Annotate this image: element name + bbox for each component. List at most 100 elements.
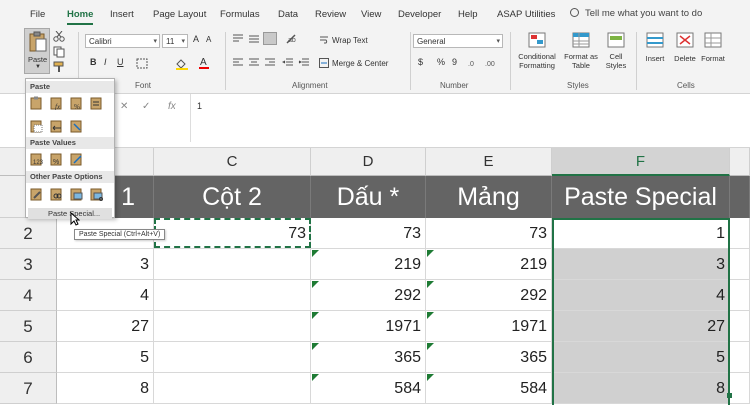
tab-view[interactable]: View <box>361 9 381 20</box>
tab-help[interactable]: Help <box>458 9 478 20</box>
conditional-formatting-button[interactable]: Conditional Formatting <box>514 52 560 70</box>
delete-button[interactable]: Delete <box>670 54 700 63</box>
format-as-table-button[interactable]: Format as Table <box>564 52 598 70</box>
tab-page-layout[interactable]: Page Layout <box>153 9 206 20</box>
cell-b3[interactable]: 3 <box>57 249 154 280</box>
row-header-2[interactable]: 2 <box>0 218 57 249</box>
cell-e6[interactable]: 365 <box>426 342 552 373</box>
align-left-icon[interactable] <box>232 58 244 68</box>
fill-color-icon[interactable] <box>175 58 189 70</box>
cell-g5[interactable] <box>730 311 750 342</box>
font-size-select[interactable]: 11 ▾ <box>162 34 188 48</box>
cell-b5[interactable]: 27 <box>57 311 154 342</box>
cell-b6[interactable]: 5 <box>57 342 154 373</box>
comma-style-button[interactable]: 9 <box>452 57 457 67</box>
cut-icon[interactable] <box>53 31 65 42</box>
font-color-icon[interactable]: A <box>198 56 210 70</box>
merge-center-icon[interactable] <box>319 58 329 68</box>
column-header-e[interactable]: E <box>426 148 552 176</box>
header-cell-e[interactable]: Mảng <box>426 176 552 218</box>
cell-d2[interactable]: 73 <box>311 218 426 249</box>
column-header-f[interactable]: F <box>552 148 730 176</box>
conditional-formatting-icon[interactable] <box>528 32 546 48</box>
paste-button[interactable]: Paste ▼ <box>24 28 50 74</box>
cell-d5[interactable]: 1971 <box>311 311 426 342</box>
cell-c6[interactable] <box>154 342 311 373</box>
orientation-icon[interactable]: ab <box>285 33 299 45</box>
cell-c4[interactable] <box>154 280 311 311</box>
fill-handle[interactable] <box>727 393 732 398</box>
header-cell-d[interactable]: Dấu * <box>311 176 426 218</box>
cell-styles-icon[interactable] <box>607 32 625 48</box>
format-cells-icon[interactable] <box>704 32 722 48</box>
paste-link-icon[interactable] <box>50 187 64 201</box>
insert-function-button[interactable]: fx <box>168 101 176 112</box>
header-cell-c[interactable]: Cột 2 <box>154 176 311 218</box>
delete-cells-icon[interactable] <box>676 32 694 48</box>
currency-button[interactable]: $ <box>418 57 423 67</box>
grow-font-button[interactable]: A <box>193 34 199 44</box>
number-format-select[interactable]: General ▾ <box>413 34 503 48</box>
tab-data[interactable]: Data <box>278 9 298 20</box>
tab-insert[interactable]: Insert <box>110 9 134 20</box>
cell-g2[interactable] <box>730 218 750 249</box>
header-cell-g[interactable] <box>730 176 750 218</box>
row-header-5[interactable]: 5 <box>0 311 57 342</box>
paste-picture-icon[interactable] <box>70 187 84 201</box>
cell-d6[interactable]: 365 <box>311 342 426 373</box>
cell-e2[interactable]: 73 <box>426 218 552 249</box>
cell-c7[interactable] <box>154 373 311 404</box>
tab-file[interactable]: File <box>30 9 45 20</box>
tab-formulas[interactable]: Formulas <box>220 9 260 20</box>
tab-developer[interactable]: Developer <box>398 9 441 20</box>
italic-button[interactable]: I <box>104 57 107 67</box>
header-cell-f[interactable]: Paste Special <box>552 176 730 218</box>
cell-e4[interactable]: 292 <box>426 280 552 311</box>
keep-source-formatting-icon[interactable] <box>90 96 104 110</box>
cell-d4[interactable]: 292 <box>311 280 426 311</box>
values-number-format-icon[interactable]: % <box>50 152 64 166</box>
format-painter-icon[interactable] <box>53 61 65 73</box>
column-header-g[interactable] <box>730 148 750 176</box>
column-header-d[interactable]: D <box>311 148 426 176</box>
wrap-text-icon[interactable] <box>319 35 329 45</box>
paste-formulas-number-format-icon[interactable]: % <box>70 96 84 110</box>
align-middle-icon[interactable] <box>248 34 260 44</box>
tell-me-search[interactable]: Tell me what you want to do <box>570 8 702 19</box>
borders-icon[interactable] <box>136 58 148 69</box>
row-header-3[interactable]: 3 <box>0 249 57 280</box>
font-name-select[interactable]: Calibri ▾ <box>85 34 160 48</box>
tab-review[interactable]: Review <box>315 9 346 20</box>
row-header-6[interactable]: 6 <box>0 342 57 373</box>
percent-button[interactable]: % <box>437 57 445 67</box>
cell-styles-button[interactable]: Cell Styles <box>602 52 630 70</box>
cell-b7[interactable]: 8 <box>57 373 154 404</box>
align-center-icon[interactable] <box>248 58 260 68</box>
cancel-icon[interactable]: ✕ <box>120 101 128 112</box>
decrease-decimal-icon[interactable]: .00 <box>485 57 499 69</box>
cell-c5[interactable] <box>154 311 311 342</box>
format-as-table-icon[interactable] <box>572 32 590 48</box>
underline-button[interactable]: U <box>117 57 124 67</box>
cell-e5[interactable]: 1971 <box>426 311 552 342</box>
tab-asap-utilities[interactable]: ASAP Utilities <box>497 9 555 20</box>
align-bottom-button[interactable] <box>263 32 277 45</box>
cell-e3[interactable]: 219 <box>426 249 552 280</box>
formula-input[interactable]: 1 <box>190 94 750 142</box>
increase-decimal-icon[interactable]: .0 <box>468 57 482 69</box>
enter-icon[interactable]: ✓ <box>142 101 150 112</box>
column-header-c[interactable]: C <box>154 148 311 176</box>
cell-e7[interactable]: 584 <box>426 373 552 404</box>
decrease-indent-icon[interactable] <box>282 58 294 68</box>
linked-picture-icon[interactable] <box>90 187 104 201</box>
shrink-font-button[interactable]: A <box>206 35 211 44</box>
values-source-formatting-icon[interactable] <box>70 152 84 166</box>
cell-b4[interactable]: 4 <box>57 280 154 311</box>
keep-column-widths-icon[interactable] <box>50 119 64 133</box>
paste-values-icon[interactable]: 123 <box>30 152 44 166</box>
insert-cells-icon[interactable] <box>646 32 664 48</box>
tab-home[interactable]: Home <box>67 9 94 25</box>
copy-icon[interactable] <box>53 46 65 58</box>
bold-button[interactable]: B <box>90 57 97 67</box>
no-borders-icon[interactable] <box>30 119 44 133</box>
